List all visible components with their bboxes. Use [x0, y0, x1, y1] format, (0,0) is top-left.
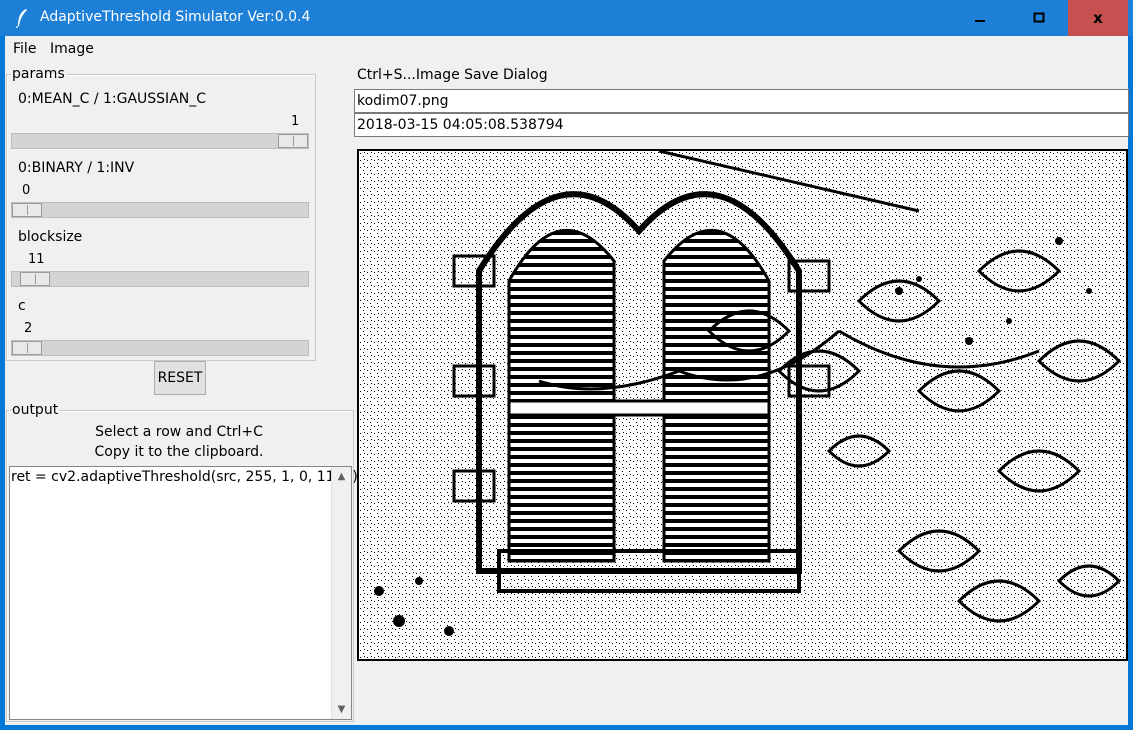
reset-button[interactable]: RESET: [154, 361, 206, 395]
type-slider-thumb[interactable]: [12, 203, 42, 217]
blocksize-value: 11: [28, 252, 45, 267]
output-instruction-1: Select a row and Ctrl+C: [95, 424, 263, 440]
c-value: 2: [24, 321, 33, 336]
listbox-scrollbar[interactable]: ▲ ▼: [331, 467, 351, 719]
method-value: 1: [291, 114, 300, 129]
timestamp-field[interactable]: 2018-03-15 04:05:08.538794: [354, 113, 1129, 137]
thresholded-image: [357, 149, 1128, 661]
blocksize-label: blocksize: [18, 229, 83, 245]
output-instruction-2: Copy it to the clipboard.: [94, 444, 264, 460]
maximize-icon: [1033, 12, 1044, 23]
minimize-button[interactable]: [950, 0, 1009, 36]
window-title: AdaptiveThreshold Simulator Ver:0.0.4: [40, 9, 311, 25]
method-label: 0:MEAN_C / 1:GAUSSIAN_C: [18, 91, 207, 107]
c-slider[interactable]: [11, 340, 309, 356]
type-label: 0:BINARY / 1:INV: [18, 160, 135, 176]
image-preview: [359, 151, 1126, 659]
method-slider[interactable]: [11, 133, 309, 149]
type-slider[interactable]: [11, 202, 309, 218]
feather-icon: [15, 9, 27, 28]
filename-field[interactable]: kodim07.png: [354, 89, 1129, 113]
window-client-area: File Image params 0:MEAN_C / 1:GAUSSIAN_…: [5, 36, 1129, 725]
menu-image[interactable]: Image: [50, 41, 94, 57]
save-hint-label: Ctrl+S...Image Save Dialog: [357, 67, 548, 83]
type-value: 0: [22, 183, 31, 198]
output-listbox[interactable]: ret = cv2.adaptiveThreshold(src, 255, 1,…: [9, 466, 358, 720]
close-icon: x: [1093, 9, 1103, 27]
title-bar[interactable]: AdaptiveThreshold Simulator Ver:0.0.4 x: [0, 0, 1133, 36]
c-slider-thumb[interactable]: [12, 341, 42, 355]
method-slider-thumb[interactable]: [278, 134, 308, 148]
c-label: c: [18, 298, 26, 314]
maximize-button[interactable]: [1009, 0, 1068, 36]
scroll-up-icon[interactable]: ▲: [333, 468, 350, 485]
scroll-down-icon[interactable]: ▼: [333, 701, 350, 718]
minimize-icon: [974, 20, 985, 22]
list-item[interactable]: ret = cv2.adaptiveThreshold(src, 255, 1,…: [11, 469, 358, 485]
menu-bar: File Image: [5, 36, 1128, 62]
menu-file[interactable]: File: [13, 41, 36, 57]
params-legend: params: [12, 66, 65, 82]
close-button[interactable]: x: [1068, 0, 1128, 36]
blocksize-slider-thumb[interactable]: [20, 272, 50, 286]
output-legend: output: [12, 402, 59, 418]
blocksize-slider[interactable]: [11, 271, 309, 287]
